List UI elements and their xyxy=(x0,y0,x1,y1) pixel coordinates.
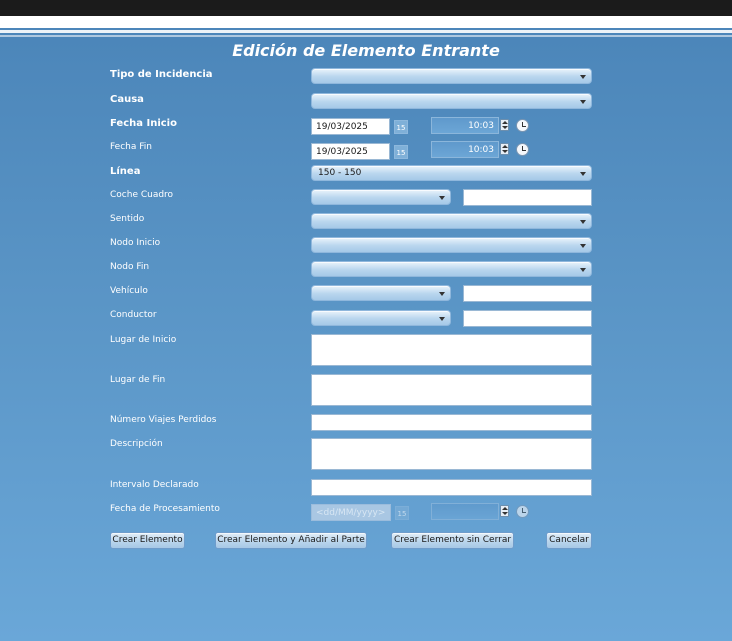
label-vehiculo: Vehículo xyxy=(110,286,148,296)
fecha-inicio-date-value: 19/03/2025 xyxy=(316,122,368,132)
label-fecha-procesamiento: Fecha de Procesamiento xyxy=(110,504,220,514)
chevron-down-icon xyxy=(439,317,445,321)
fecha-inicio-time-value: 10:03 xyxy=(468,121,494,131)
clock-icon[interactable] xyxy=(516,505,529,518)
linea-select[interactable]: 150 - 150 xyxy=(311,165,592,181)
fecha-fin-date-value: 19/03/2025 xyxy=(316,147,368,157)
header-white-band xyxy=(0,16,732,28)
crear-elemento-button[interactable]: Crear Elemento xyxy=(110,532,185,549)
fecha-inicio-date-input[interactable]: 19/03/2025 xyxy=(311,118,390,135)
time-spinner-icon[interactable] xyxy=(500,505,509,517)
label-numero-viajes: Número Viajes Perdidos xyxy=(110,415,217,425)
label-descripcion: Descripción xyxy=(110,439,163,449)
fecha-procesamiento-placeholder: <dd/MM/yyyy> xyxy=(316,508,386,518)
calendar-icon[interactable]: 15 xyxy=(394,145,408,159)
header-stripe xyxy=(0,30,732,33)
label-tipo-incidencia: Tipo de Incidencia xyxy=(110,69,213,80)
chevron-down-icon xyxy=(439,292,445,296)
sentido-select[interactable] xyxy=(311,213,592,229)
label-coche-cuadro: Coche Cuadro xyxy=(110,190,174,200)
page-title: Edición de Elemento Entrante xyxy=(232,41,500,60)
chevron-down-icon xyxy=(580,244,586,248)
crear-anadir-parte-button[interactable]: Crear Elemento y Añadir al Parte xyxy=(215,532,367,549)
nodo-inicio-select[interactable] xyxy=(311,237,592,253)
label-causa: Causa xyxy=(110,94,144,105)
chevron-down-icon xyxy=(580,172,586,176)
label-lugar-inicio: Lugar de Inicio xyxy=(110,335,177,345)
numero-viajes-input[interactable] xyxy=(311,414,592,431)
linea-value: 150 - 150 xyxy=(318,168,362,178)
descripcion-textarea[interactable] xyxy=(311,438,592,470)
label-fecha-inicio: Fecha Inicio xyxy=(110,118,177,129)
label-conductor: Conductor xyxy=(110,310,157,320)
chevron-down-icon xyxy=(580,75,586,79)
label-intervalo: Intervalo Declarado xyxy=(110,480,199,490)
nodo-fin-select[interactable] xyxy=(311,261,592,277)
time-spinner-icon[interactable] xyxy=(500,119,509,131)
fecha-procesamiento-time-input[interactable] xyxy=(431,503,499,520)
label-nodo-fin: Nodo Fin xyxy=(110,262,150,272)
header-stripe-thin xyxy=(0,35,732,37)
label-lugar-fin: Lugar de Fin xyxy=(110,375,166,385)
fecha-fin-date-input[interactable]: 19/03/2025 xyxy=(311,143,390,160)
calendar-icon[interactable]: 15 xyxy=(394,120,408,134)
top-bar xyxy=(0,0,732,16)
vehiculo-select[interactable] xyxy=(311,285,451,301)
chevron-down-icon xyxy=(439,196,445,200)
tipo-incidencia-select[interactable] xyxy=(311,68,592,84)
label-nodo-inicio: Nodo Inicio xyxy=(110,238,161,248)
chevron-down-icon xyxy=(580,100,586,104)
vehiculo-text-input[interactable] xyxy=(463,285,592,302)
lugar-fin-textarea[interactable] xyxy=(311,374,592,406)
clock-icon[interactable] xyxy=(516,119,529,132)
clock-icon[interactable] xyxy=(516,143,529,156)
calendar-icon[interactable]: 15 xyxy=(395,506,409,520)
crear-sin-cerrar-button[interactable]: Crear Elemento sin Cerrar xyxy=(391,532,514,549)
coche-cuadro-select[interactable] xyxy=(311,189,451,205)
lugar-inicio-textarea[interactable] xyxy=(311,334,592,366)
cancelar-button[interactable]: Cancelar xyxy=(546,532,592,549)
conductor-select[interactable] xyxy=(311,310,451,326)
time-spinner-icon[interactable] xyxy=(500,143,509,155)
fecha-procesamiento-date-input[interactable]: <dd/MM/yyyy> xyxy=(311,504,391,521)
fecha-fin-time-input[interactable]: 10:03 xyxy=(431,141,499,158)
label-linea: Línea xyxy=(110,166,141,177)
fecha-fin-time-value: 10:03 xyxy=(468,145,494,155)
conductor-text-input[interactable] xyxy=(463,310,592,327)
label-fecha-fin: Fecha Fin xyxy=(110,142,152,152)
chevron-down-icon xyxy=(580,220,586,224)
fecha-inicio-time-input[interactable]: 10:03 xyxy=(431,117,499,134)
label-sentido: Sentido xyxy=(110,214,145,224)
causa-select[interactable] xyxy=(311,93,592,109)
chevron-down-icon xyxy=(580,268,586,272)
coche-cuadro-text-input[interactable] xyxy=(463,189,592,206)
intervalo-input[interactable] xyxy=(311,479,592,496)
